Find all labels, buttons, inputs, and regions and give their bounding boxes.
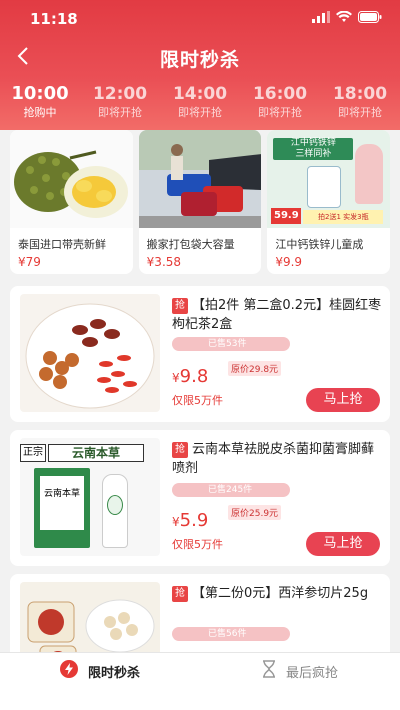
product-image-tea: [20, 294, 160, 412]
limit-text: 仅限5万件: [172, 394, 223, 407]
spray-left-label: 正宗: [20, 444, 46, 462]
wifi-icon: [336, 11, 352, 23]
calcium-image: 江中钙铁锌 三样同补 59.9 拍2送1 实发3瓶: [267, 130, 391, 228]
tab-time: 16:00: [252, 84, 308, 104]
hourglass-icon: [262, 660, 276, 682]
bags-image: [138, 130, 262, 228]
product-title-text: 【拍2件 第二盒0.2元】桂圆红枣枸杞茶2盒: [172, 298, 382, 332]
spray-box-label: 云南本草: [40, 476, 84, 530]
spray-brand-label: 云南本草: [48, 444, 144, 462]
child-figure: [355, 144, 384, 204]
calcium-promo: 拍2送1 实发3瓶: [303, 210, 384, 224]
tab-last-grab[interactable]: 最后疯抢: [200, 653, 400, 689]
calcium-banner: 江中钙铁锌 三样同补: [273, 138, 354, 160]
original-price: 原价29.8元: [228, 361, 282, 376]
price-value: 5.9: [179, 510, 209, 531]
price-value: 9.8: [179, 366, 209, 387]
featured-name: 泰国进口带壳新鲜: [18, 238, 106, 251]
product-title-text: 云南本草祛脱皮杀菌抑菌膏脚藓喷剂: [172, 442, 375, 476]
tab-flash-sale[interactable]: 限时秒杀: [0, 653, 200, 689]
sold-progress: 已售53件: [172, 337, 290, 351]
tab-last-grab-label: 最后疯抢: [285, 665, 338, 681]
page-title: 限时秒杀: [159, 49, 240, 71]
product-title-text: 【第二份0元】西洋参切片25g: [192, 586, 369, 601]
durian-image: [10, 130, 133, 228]
tab-1000[interactable]: 10:00 抢购中: [0, 84, 80, 124]
time-tabs: 10:00 抢购中 12:00 即将开抢 14:00 即将开抢 16:00 即将…: [0, 84, 400, 124]
product-title: 抢【第二份0元】西洋参切片25g: [172, 584, 384, 603]
featured-price: ¥9.9: [275, 255, 303, 269]
qiang-tag: 抢: [172, 586, 188, 602]
tab-time: 10:00: [11, 83, 69, 104]
product-title: 抢【拍2件 第二盒0.2元】桂圆红枣枸杞茶2盒: [172, 296, 384, 334]
featured-name: 江中钙铁锌儿童成: [275, 238, 364, 251]
calcium-brand: 江中钙铁锌: [290, 138, 336, 148]
product-card[interactable]: 抢【拍2件 第二盒0.2元】桂圆红枣枸杞茶2盒 已售53件 ¥9.8 原价29.…: [10, 286, 390, 422]
buy-now-button[interactable]: 马上抢: [306, 532, 380, 556]
limit-text: 仅限5万件: [172, 538, 223, 551]
qiang-tag: 抢: [172, 298, 188, 314]
calcium-price-tag: 59.9: [271, 208, 302, 224]
battery-icon: [358, 11, 382, 23]
qiang-tag: 抢: [172, 442, 188, 458]
featured-price: ¥79: [18, 255, 41, 269]
spray-bottle-logo: [107, 495, 123, 515]
calcium-slogan: 三样同补: [295, 149, 332, 159]
price-symbol: ¥: [172, 371, 180, 385]
tab-status: 即将开抢: [178, 106, 222, 119]
buy-now-button[interactable]: 马上抢: [306, 388, 380, 412]
spray-bottle-icon: [102, 474, 128, 548]
status-bar: 11:18: [0, 0, 400, 36]
product-title: 抢云南本草祛脱皮杀菌抑菌膏脚藓喷剂: [172, 440, 384, 478]
sold-progress: 已售245件: [172, 483, 290, 497]
tab-1800[interactable]: 18:00 即将开抢: [320, 84, 400, 124]
featured-price: ¥3.58: [146, 255, 182, 269]
sold-progress: 已售56件: [172, 627, 290, 641]
price: ¥5.9: [172, 510, 208, 531]
tab-time: 12:00: [92, 84, 148, 104]
status-time: 11:18: [30, 10, 78, 28]
tab-1600[interactable]: 16:00 即将开抢: [240, 84, 320, 124]
tab-status: 即将开抢: [258, 106, 302, 119]
signal-icon: [312, 11, 330, 23]
tab-status: 即将开抢: [338, 106, 382, 119]
price: ¥9.8: [172, 366, 208, 387]
product-card[interactable]: 正宗 云南本草 云南本草 抢云南本草祛脱皮杀菌抑菌膏脚藓喷剂 已售245件 ¥5…: [10, 430, 390, 566]
featured-card-calcium[interactable]: 江中钙铁锌 三样同补 59.9 拍2送1 实发3瓶 江中钙铁锌儿童成 ¥9.9: [267, 130, 391, 274]
tab-status: 即将开抢: [98, 106, 142, 119]
product-image-spray: 正宗 云南本草 云南本草: [20, 438, 160, 556]
featured-name: 搬家打包袋大容量: [146, 238, 235, 251]
tab-status: 抢购中: [23, 106, 57, 119]
tab-time: 18:00: [332, 84, 388, 104]
tab-flash-sale-label: 限时秒杀: [87, 665, 140, 681]
featured-card-durian[interactable]: 泰国进口带壳新鲜 ¥79: [10, 130, 133, 274]
tab-1200[interactable]: 12:00 即将开抢: [80, 84, 160, 124]
status-icons: [312, 11, 382, 23]
tab-1400[interactable]: 14:00 即将开抢: [160, 84, 240, 124]
lightning-icon: [59, 660, 78, 682]
featured-cards: 泰国进口带壳新鲜 ¥79 搬家打包袋大容量 ¥3.58 江中钙铁锌 三样同补 5…: [10, 130, 391, 274]
bottom-tab-bar: 限时秒杀 最后疯抢: [0, 652, 400, 710]
header: 11:18 限时秒杀 10:00 抢购中 12:00 即将开抢 14:00 即将…: [0, 0, 400, 130]
bottle-icon: [307, 166, 342, 208]
featured-card-bags[interactable]: 搬家打包袋大容量 ¥3.58: [138, 130, 262, 274]
spray-box-icon: 云南本草: [34, 468, 90, 548]
tab-time: 14:00: [172, 84, 228, 104]
original-price: 原价25.9元: [228, 505, 282, 520]
price-symbol: ¥: [172, 515, 180, 529]
